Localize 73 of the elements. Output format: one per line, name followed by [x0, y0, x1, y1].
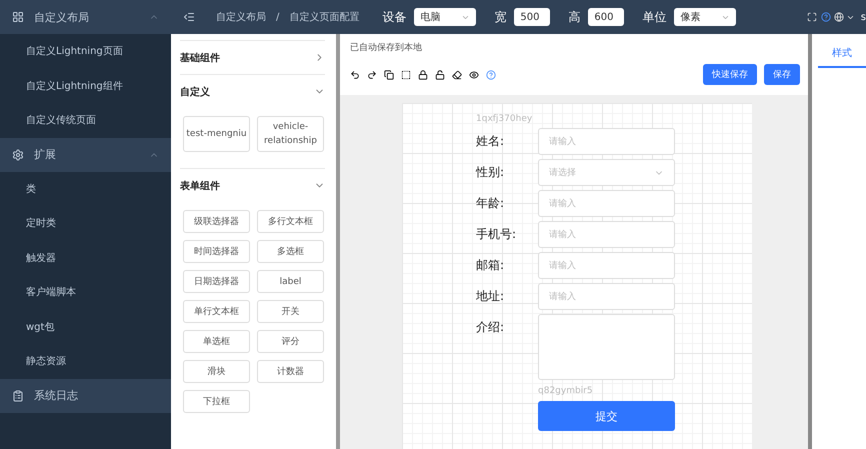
help-icon[interactable] — [820, 12, 831, 22]
component-item[interactable]: 多选框 — [257, 240, 324, 263]
save-button[interactable]: 快速保存 — [703, 64, 757, 85]
eye-icon[interactable] — [469, 70, 479, 80]
input-field[interactable]: 600 — [588, 8, 624, 26]
sidebar-group[interactable]: 扩展 — [0, 138, 171, 172]
user-name: s — [860, 12, 866, 22]
sidebar-item[interactable]: 触发器 — [0, 240, 171, 275]
sidebar-item[interactable]: 定时类 — [0, 206, 171, 240]
field-label: 邮箱: — [476, 257, 506, 274]
field-label: 姓名: — [476, 133, 506, 150]
save-button[interactable]: 保存 — [764, 64, 800, 85]
component-item[interactable]: 时间选择器 — [183, 240, 250, 263]
sidebar-item[interactable]: 静态资源 — [0, 344, 171, 378]
sidebar-item[interactable]: 类 — [0, 172, 171, 206]
section-header[interactable]: 表单组件 — [180, 168, 325, 202]
field-label: 年龄: — [476, 195, 506, 212]
sidebar-item[interactable]: wgt包 — [0, 310, 171, 344]
component-item[interactable]: 评分 — [257, 330, 324, 353]
unlock-icon[interactable] — [435, 70, 445, 80]
component-item[interactable]: 单选框 — [183, 330, 250, 353]
component-id: 1qxfj370hey — [476, 114, 534, 124]
component-item[interactable]: 日期选择器 — [183, 270, 250, 293]
fullscreen-icon[interactable] — [806, 12, 817, 22]
component-item[interactable]: 多行文本框 — [257, 210, 324, 233]
clipboard-icon — [12, 390, 24, 402]
component-item[interactable]: 开关 — [257, 300, 324, 323]
redo-icon[interactable] — [367, 70, 377, 80]
submit-button[interactable]: 提交 — [538, 401, 675, 431]
menu-fold-icon[interactable] — [183, 11, 195, 23]
sidebar-item[interactable]: 自定义Lightning组件 — [0, 68, 171, 103]
grid-icon — [12, 11, 24, 23]
breadcrumb-item[interactable]: 自定义布局 — [216, 10, 266, 24]
component-id: q82gymbir5 — [538, 386, 594, 396]
select-field[interactable]: 电脑 — [414, 8, 476, 26]
input-field[interactable]: 500 — [514, 8, 550, 26]
component-item[interactable]: 单行文本框 — [183, 300, 250, 323]
help-icon[interactable] — [486, 70, 496, 80]
field-label: 地址: — [476, 288, 506, 305]
component-item[interactable]: label — [257, 270, 324, 293]
field-label: 性别: — [476, 164, 506, 181]
copy-icon[interactable] — [384, 70, 394, 80]
sidebar-item[interactable]: 客户端脚本 — [0, 275, 171, 310]
setting-label: 单位 — [642, 8, 666, 26]
breadcrumb-separator: / — [276, 12, 280, 22]
panel-tab[interactable]: 样式 — [818, 40, 866, 68]
lock-icon[interactable] — [418, 70, 428, 80]
breadcrumb-item[interactable]: 自定义页面配置 — [289, 10, 360, 24]
section-header[interactable]: 自定义 — [180, 74, 325, 108]
select-field[interactable]: 像素 — [674, 8, 736, 26]
section-header[interactable]: 基础组件 — [180, 40, 325, 74]
field-label: 介绍: — [476, 319, 506, 336]
gear-icon — [12, 148, 24, 160]
sidebar-group[interactable]: 自定义布局 — [0, 0, 171, 34]
setting-label: 高 — [568, 8, 580, 26]
setting-label: 设备 — [382, 8, 406, 26]
select-icon[interactable] — [401, 70, 411, 80]
textarea-field[interactable] — [538, 314, 675, 380]
component-item[interactable]: 滑块 — [183, 360, 250, 383]
eraser-icon[interactable] — [452, 70, 462, 80]
component-item[interactable]: test-mengniu — [183, 116, 250, 152]
autosave-status: 已自动保存到本地 — [350, 42, 423, 54]
setting-label: 宽 — [494, 8, 506, 26]
component-item[interactable]: vehicle-relationship — [257, 116, 324, 152]
component-item[interactable]: 下拉框 — [183, 390, 250, 413]
component-item[interactable]: 级联选择器 — [183, 210, 250, 233]
globe-icon[interactable] — [834, 12, 844, 22]
sidebar-item[interactable]: 自定义Lightning页面 — [0, 34, 171, 68]
field-label: 手机号: — [476, 226, 518, 243]
component-item[interactable]: 计数器 — [257, 360, 324, 383]
sidebar-group[interactable]: 系统日志 — [0, 378, 171, 412]
sidebar-item[interactable]: 自定义传统页面 — [0, 103, 171, 138]
undo-icon[interactable] — [350, 70, 360, 80]
